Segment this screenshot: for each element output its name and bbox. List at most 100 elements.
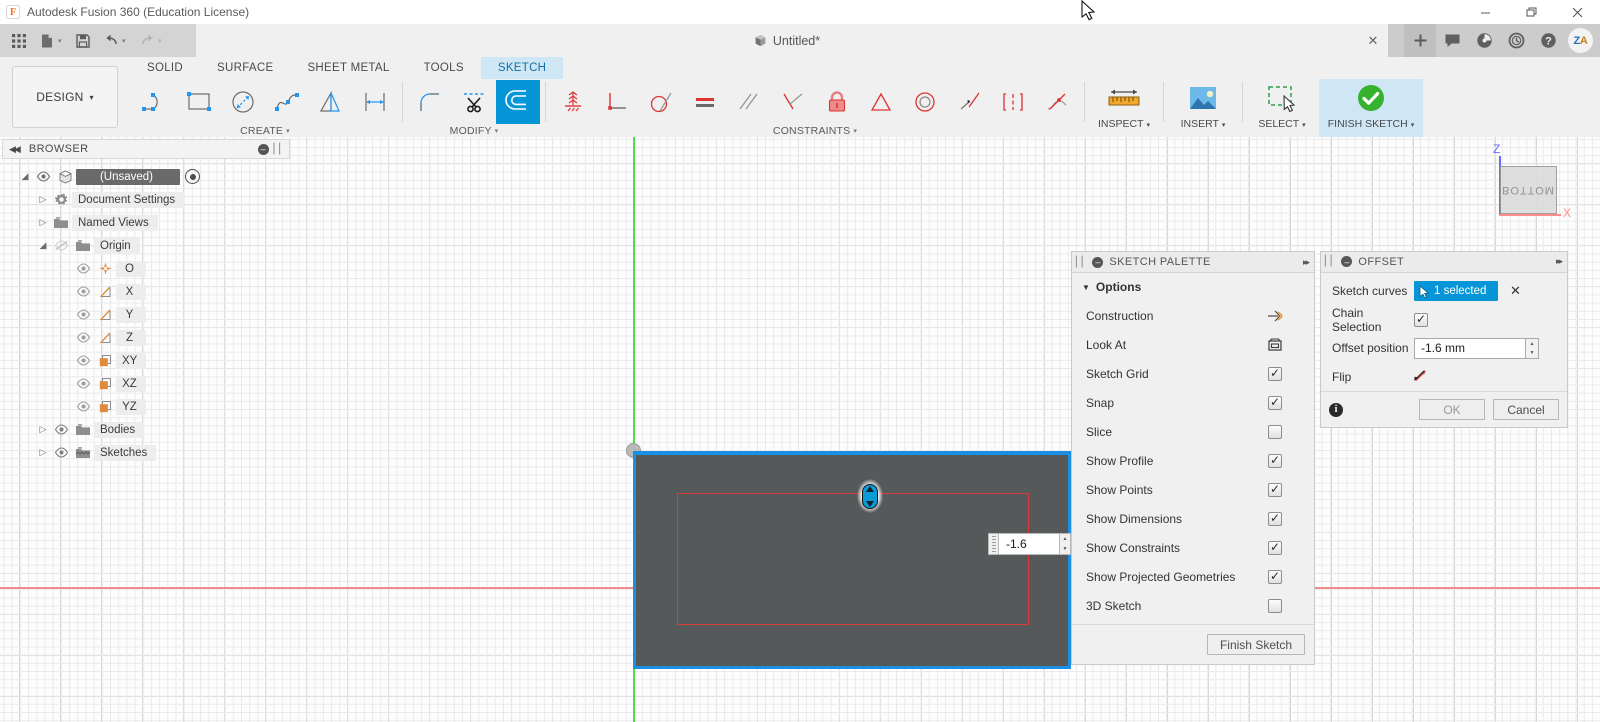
tree-item-document-settings[interactable]: ▷ Document Settings xyxy=(0,188,297,211)
sketch-curves-selection-chip[interactable]: 1 selected xyxy=(1414,281,1498,302)
tool-constraint-tangent[interactable] xyxy=(639,80,683,124)
save-icon[interactable] xyxy=(70,28,96,54)
tree-item-origin-z[interactable]: Z xyxy=(0,326,297,349)
new-tab-button[interactable] xyxy=(1404,24,1436,57)
option-slice[interactable]: Slice xyxy=(1072,417,1314,446)
offset-dialog-expand-icon[interactable]: ▸▸ xyxy=(1556,256,1563,267)
tree-item-plane-xz[interactable]: XZ xyxy=(0,372,297,395)
tool-constraint-coincident[interactable] xyxy=(551,80,595,124)
workspace-switcher-button[interactable]: DESIGN ▾ xyxy=(12,66,118,128)
show-dimensions-checkbox[interactable] xyxy=(1268,511,1282,526)
inline-offset-stepper[interactable]: ▲ ▼ xyxy=(1060,533,1071,555)
tree-item-plane-yz[interactable]: YZ xyxy=(0,395,297,418)
tree-item-origin[interactable]: ◢ Origin xyxy=(0,234,297,257)
offset-dialog-grip-icon[interactable]: ▏▏ xyxy=(1325,256,1338,267)
offset-position-input[interactable]: -1.6 mm xyxy=(1414,337,1526,359)
inline-input-grip[interactable] xyxy=(988,533,998,555)
panel-constraints-title[interactable]: CONSTRAINTS ▾ xyxy=(548,125,1082,137)
tree-twist-icon[interactable]: ▷ xyxy=(36,424,50,435)
option-show-profile[interactable]: Show Profile xyxy=(1072,446,1314,475)
tree-item-bodies[interactable]: ▷ Bodies xyxy=(0,418,297,441)
tree-item-origin-y[interactable]: Y xyxy=(0,303,297,326)
clear-selection-icon[interactable]: ✕ xyxy=(1510,283,1521,299)
tab-sheet-metal[interactable]: SHEET METAL xyxy=(290,57,406,79)
inline-stepper-down[interactable]: ▼ xyxy=(1060,544,1070,554)
cancel-button[interactable]: Cancel xyxy=(1493,399,1559,421)
option-snap[interactable]: Snap xyxy=(1072,388,1314,417)
inline-offset-input-group[interactable]: -1.6 ▲ ▼ xyxy=(988,533,1071,555)
minimize-button[interactable] xyxy=(1462,0,1508,24)
visibility-eye-icon[interactable] xyxy=(72,263,94,274)
tool-trim[interactable] xyxy=(452,80,496,124)
tool-constraint-fix-lock[interactable] xyxy=(815,80,859,124)
tool-rectangle[interactable] xyxy=(177,80,221,124)
tool-constraint-curvature[interactable] xyxy=(1035,80,1079,124)
option-show-projected-geometries[interactable]: Show Projected Geometries xyxy=(1072,562,1314,591)
tool-fillet[interactable] xyxy=(408,80,452,124)
panel-modify-title[interactable]: MODIFY ▾ xyxy=(405,125,543,137)
show-profile-checkbox[interactable] xyxy=(1268,453,1282,468)
tree-item-unsaved[interactable]: ◢ (Unsaved) xyxy=(0,165,297,188)
tree-twist-icon[interactable]: ▷ xyxy=(36,217,50,228)
comments-icon[interactable] xyxy=(1436,24,1468,57)
browser-grip-icon[interactable]: ▏▏ xyxy=(274,144,287,155)
tool-offset[interactable] xyxy=(496,80,540,124)
sketch-palette-grip-icon[interactable]: ▏▏ xyxy=(1076,257,1089,268)
viewcube-face-bottom[interactable]: BOTTOM xyxy=(1500,166,1557,214)
tool-mirror[interactable] xyxy=(309,80,353,124)
document-tab[interactable]: Untitled* xyxy=(196,24,1378,57)
option-sketch-grid[interactable]: Sketch Grid xyxy=(1072,359,1314,388)
tab-sketch[interactable]: SKETCH xyxy=(480,57,564,79)
option-show-dimensions[interactable]: Show Dimensions xyxy=(1072,504,1314,533)
data-panel-icon[interactable] xyxy=(1468,24,1500,57)
tool-line[interactable] xyxy=(133,80,177,124)
undo-caret-icon[interactable]: ▾ xyxy=(122,37,132,45)
visibility-eye-icon[interactable] xyxy=(50,447,72,458)
visibility-eye-icon[interactable] xyxy=(32,171,54,182)
recent-icon[interactable] xyxy=(1500,24,1532,57)
sketch-grid-checkbox[interactable] xyxy=(1268,366,1282,381)
inline-stepper-up[interactable]: ▲ xyxy=(1060,534,1070,544)
tool-constraint-perpendicular[interactable] xyxy=(771,80,815,124)
show-points-checkbox[interactable] xyxy=(1268,482,1282,497)
option-construction[interactable]: Construction xyxy=(1072,301,1314,330)
panel-create-title[interactable]: CREATE ▾ xyxy=(130,125,400,137)
offset-stepper-up[interactable]: ▲ xyxy=(1526,339,1538,349)
offset-position-stepper[interactable]: ▲ ▼ xyxy=(1526,337,1539,359)
visibility-eye-icon[interactable] xyxy=(72,332,94,343)
visibility-eye-icon[interactable] xyxy=(72,378,94,389)
inline-offset-input[interactable]: -1.6 xyxy=(998,533,1060,555)
panel-insert[interactable]: INSERT ▾ xyxy=(1166,79,1240,137)
ok-button[interactable]: OK xyxy=(1419,399,1485,421)
option-show-points[interactable]: Show Points xyxy=(1072,475,1314,504)
app-grid-icon[interactable] xyxy=(6,28,32,54)
slice-checkbox[interactable] xyxy=(1268,424,1282,439)
show-projected-geometries-checkbox[interactable] xyxy=(1268,569,1282,584)
offset-preview-curve[interactable] xyxy=(677,493,1029,625)
tool-constraint-horizontal-vertical[interactable] xyxy=(595,80,639,124)
option-look-at[interactable]: Look At xyxy=(1072,330,1314,359)
option-show-constraints[interactable]: Show Constraints xyxy=(1072,533,1314,562)
offset-dialog-minimize-icon[interactable]: – xyxy=(1341,256,1353,268)
tab-tools[interactable]: TOOLS xyxy=(407,57,481,79)
info-icon[interactable]: i xyxy=(1329,402,1343,417)
options-section-header[interactable]: ▼ Options xyxy=(1072,273,1314,301)
tool-circle[interactable] xyxy=(221,80,265,124)
tool-constraint-equal[interactable] xyxy=(683,80,727,124)
tool-constraint-parallel[interactable] xyxy=(727,80,771,124)
3d-sketch-checkbox[interactable] xyxy=(1268,598,1282,613)
offset-drag-handle[interactable] xyxy=(857,479,883,513)
tool-constraint-collinear[interactable] xyxy=(947,80,991,124)
tool-spline[interactable] xyxy=(265,80,309,124)
snap-checkbox[interactable] xyxy=(1268,395,1282,410)
tree-twist-icon[interactable]: ◢ xyxy=(18,171,32,182)
redo-caret-icon[interactable]: ▾ xyxy=(158,37,168,45)
close-button[interactable] xyxy=(1554,0,1600,24)
visibility-eye-icon[interactable] xyxy=(72,309,94,320)
visibility-eye-icon[interactable] xyxy=(50,424,72,435)
tab-solid[interactable]: SOLID xyxy=(130,57,200,79)
browser-collapse-icon[interactable]: ◀◀ xyxy=(9,144,21,155)
activate-component-radio[interactable] xyxy=(185,169,200,184)
tool-constraint-concentric[interactable] xyxy=(903,80,947,124)
visibility-eye-off-icon[interactable] xyxy=(50,240,72,251)
